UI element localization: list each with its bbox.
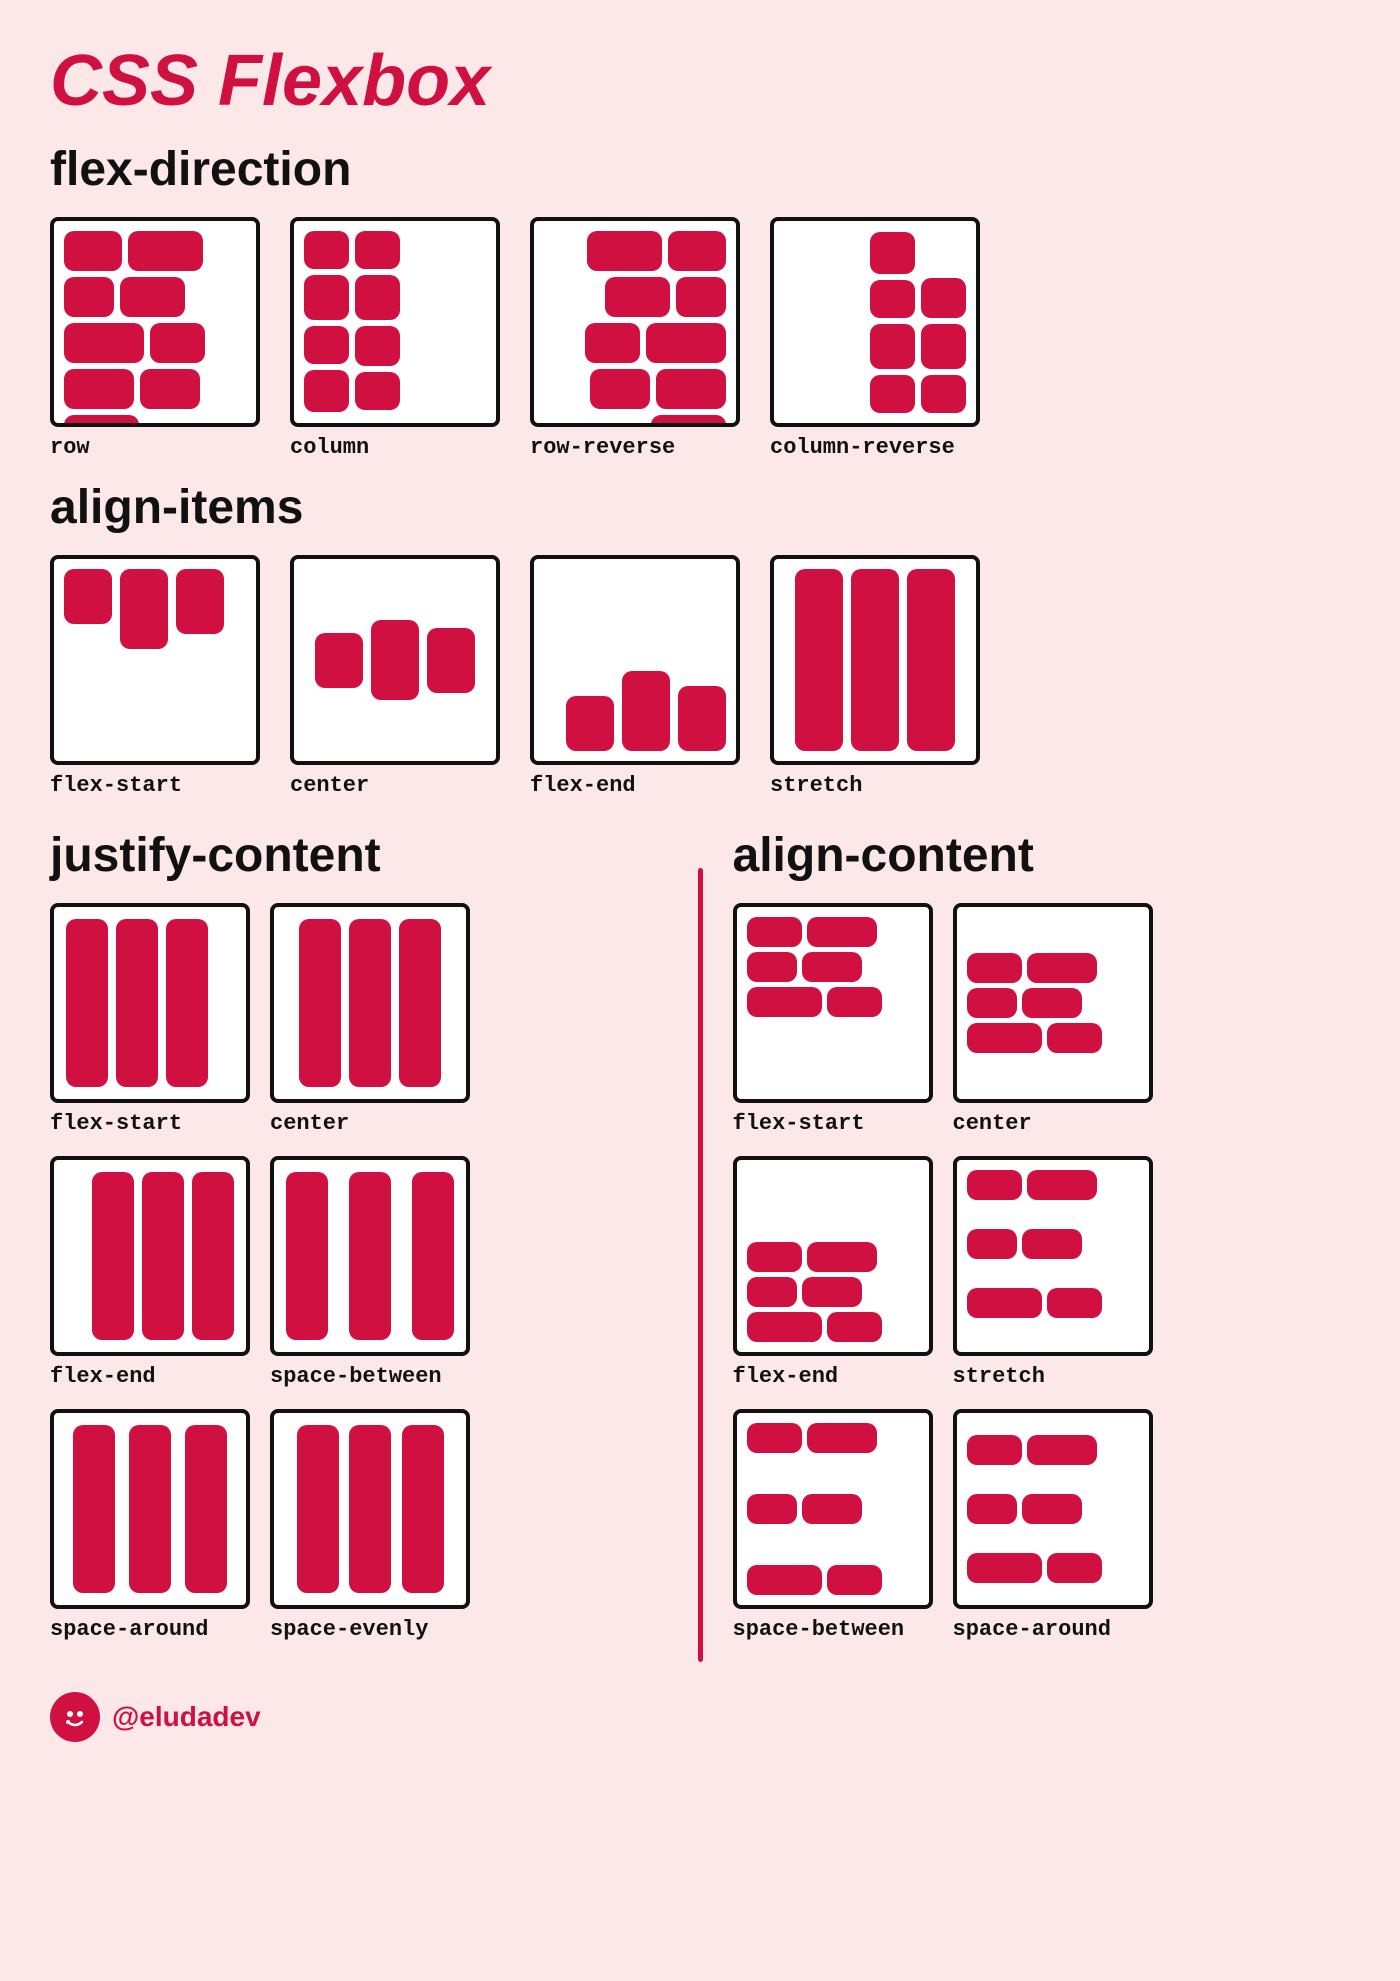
ai-flex-start-label: flex-start [50,773,182,798]
fd-column-reverse-box [770,217,980,427]
jc-flex-end-cell: flex-end [50,1156,250,1389]
fd-row-reverse-box [530,217,740,427]
ac-space-between-cell: space-between [733,1409,933,1642]
footer: @eludadev [50,1692,1350,1742]
jc-center-box [270,903,470,1103]
ac-stretch-cell: stretch [953,1156,1153,1389]
ac-space-around-cell: space-around [953,1409,1153,1642]
jc-flex-start-box [50,903,250,1103]
justify-content-section: justify-content flex-start center [50,818,668,1662]
align-items-title: align-items [50,480,1350,535]
jc-center-cell: center [270,903,470,1136]
ai-flex-end-label: flex-end [530,773,636,798]
ai-flex-end-cell: flex-end [530,555,740,798]
ac-center-box [953,903,1153,1103]
ai-flex-end-box [530,555,740,765]
align-items-row: flex-start center flex-end stretch [50,555,1350,798]
flex-direction-row: row column row-reverse [50,217,1350,460]
ac-space-around-label: space-around [953,1617,1111,1642]
fd-row-box [50,217,260,427]
ac-flex-end-label: flex-end [733,1364,839,1389]
footer-handle: @eludadev [112,1701,261,1733]
ai-stretch-label: stretch [770,773,862,798]
jc-space-evenly-box [270,1409,470,1609]
logo-icon [59,1701,91,1733]
jc-flex-end-box [50,1156,250,1356]
fd-row-reverse-label: row-reverse [530,435,675,460]
ac-stretch-label: stretch [953,1364,1045,1389]
justify-content-title: justify-content [50,828,668,883]
jc-row3: space-around space-evenly [50,1409,668,1642]
jc-space-between-label: space-between [270,1364,442,1389]
ac-flex-start-cell: flex-start [733,903,933,1136]
ac-flex-end-box [733,1156,933,1356]
jc-flex-start-cell: flex-start [50,903,250,1136]
jc-center-label: center [270,1111,349,1136]
jc-space-between-box [270,1156,470,1356]
footer-logo [50,1692,100,1742]
align-content-section: align-content flex-start [733,818,1351,1662]
ac-center-cell: center [953,903,1153,1136]
section-divider [698,868,703,1662]
fd-column-label: column [290,435,369,460]
ai-center-label: center [290,773,369,798]
align-content-title: align-content [733,828,1351,883]
ac-space-around-box [953,1409,1153,1609]
jc-space-between-cell: space-between [270,1156,470,1389]
fd-row-reverse-cell: row-reverse [530,217,740,460]
fd-row-cell: row [50,217,260,460]
ac-stretch-box [953,1156,1153,1356]
ac-space-between-box [733,1409,933,1609]
ai-center-cell: center [290,555,500,798]
ac-row3: space-between space-around [733,1409,1351,1642]
fd-column-reverse-cell: column-reverse [770,217,980,460]
fd-column-cell: column [290,217,500,460]
jc-space-evenly-label: space-evenly [270,1617,428,1642]
fd-column-reverse-label: column-reverse [770,435,955,460]
fd-column-box [290,217,500,427]
ai-center-box [290,555,500,765]
jc-row2: flex-end space-between [50,1156,668,1389]
jc-row1: flex-start center [50,903,668,1136]
ac-flex-end-cell: flex-end [733,1156,933,1389]
ac-center-label: center [953,1111,1032,1136]
jc-flex-end-label: flex-end [50,1364,156,1389]
ai-stretch-box [770,555,980,765]
ac-flex-start-label: flex-start [733,1111,865,1136]
jc-space-around-cell: space-around [50,1409,250,1642]
ac-space-between-label: space-between [733,1617,905,1642]
flex-direction-title: flex-direction [50,142,1350,197]
fd-row-label: row [50,435,90,460]
ai-flex-start-box [50,555,260,765]
jc-space-around-box [50,1409,250,1609]
jc-flex-start-label: flex-start [50,1111,182,1136]
page-title: CSS Flexbox [50,40,1350,122]
ac-row2: flex-end stretch [733,1156,1351,1389]
bottom-sections: justify-content flex-start center [50,818,1350,1662]
ac-flex-start-box [733,903,933,1103]
ai-flex-start-cell: flex-start [50,555,260,798]
ai-stretch-cell: stretch [770,555,980,798]
jc-space-around-label: space-around [50,1617,208,1642]
jc-space-evenly-cell: space-evenly [270,1409,470,1642]
ac-row1: flex-start center [733,903,1351,1136]
